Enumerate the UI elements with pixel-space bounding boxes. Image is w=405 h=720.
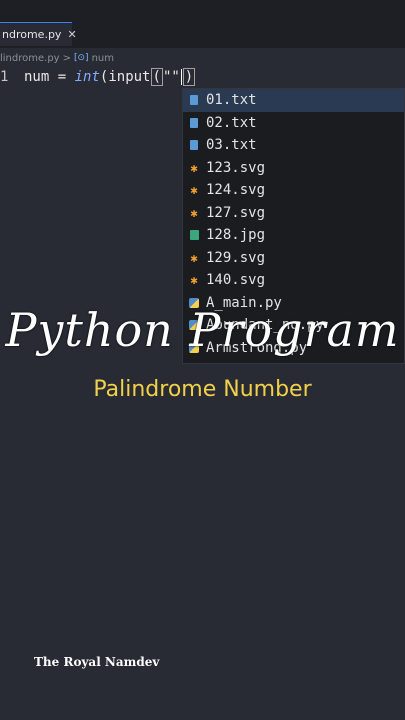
code-line[interactable]: 1 num = int ( input ( "" ) — [0, 66, 405, 88]
suggestion-label: 127.svg — [206, 204, 266, 221]
breadcrumb-symbol[interactable]: num — [92, 53, 114, 64]
tab-label: ndrome.py — [2, 28, 62, 41]
token-input: input — [108, 69, 151, 85]
suggestion-label: 128.jpg — [206, 227, 266, 244]
line-number: 1 — [0, 69, 9, 85]
suggestion-label: 140.svg — [206, 272, 266, 289]
suggestion-label: 01.txt — [206, 92, 257, 109]
suggestion-label: 02.txt — [206, 114, 257, 131]
suggestion-item[interactable]: 02.txt — [183, 112, 404, 135]
token-variable: num — [24, 69, 50, 85]
suggestion-label: 123.svg — [206, 159, 266, 176]
text-cursor — [180, 69, 182, 85]
token-int: int — [74, 69, 100, 85]
overlay-title: Python Program — [5, 303, 400, 357]
svg-icon: ✱ — [190, 183, 198, 198]
token-paren-close: ) — [182, 68, 196, 86]
svg-icon: ✱ — [190, 273, 198, 288]
tab-bar: ndrome.py ✕ — [0, 0, 405, 48]
file-icon — [187, 117, 201, 128]
suggestion-label: 03.txt — [206, 137, 257, 154]
token-paren-outer: ( — [99, 69, 109, 85]
svg-icon: ✱ — [190, 250, 198, 265]
code-content[interactable]: num = int ( input ( "" ) — [24, 68, 196, 86]
token-string: "" — [162, 69, 180, 85]
breadcrumb-separator: > — [62, 52, 71, 64]
token-paren-inner: ( — [150, 68, 163, 86]
close-icon[interactable]: ✕ — [67, 28, 76, 41]
breadcrumb-file[interactable]: lindrome.py — [0, 53, 60, 64]
suggestion-item[interactable]: 01.txt — [183, 89, 404, 112]
suggestion-label: 124.svg — [206, 182, 266, 199]
editor-tab[interactable]: ndrome.py ✕ — [0, 22, 77, 46]
channel-watermark: The Royal Namdev — [34, 655, 160, 669]
variable-symbol-icon: [⊙] — [73, 53, 89, 63]
suggestion-item[interactable]: ✱ 123.svg — [183, 157, 404, 180]
suggestion-label: 129.svg — [206, 249, 266, 266]
suggestion-item[interactable]: ✱ 140.svg — [183, 269, 404, 292]
image-icon — [187, 230, 201, 241]
suggestion-item[interactable]: 128.jpg — [183, 224, 404, 247]
suggestion-item[interactable]: ✱ 129.svg — [183, 247, 404, 270]
file-icon — [187, 95, 201, 106]
token-operator: = — [57, 69, 67, 85]
suggestion-item[interactable]: ✱ 127.svg — [183, 202, 404, 225]
svg-icon: ✱ — [190, 160, 198, 175]
overlay-subtitle: Palindrome Number — [93, 377, 312, 402]
suggestion-item[interactable]: 03.txt — [183, 134, 404, 157]
suggestion-item[interactable]: ✱ 124.svg — [183, 179, 404, 202]
file-icon — [187, 140, 201, 151]
breadcrumb: lindrome.py > [⊙] num — [0, 50, 114, 66]
svg-icon: ✱ — [190, 205, 198, 220]
